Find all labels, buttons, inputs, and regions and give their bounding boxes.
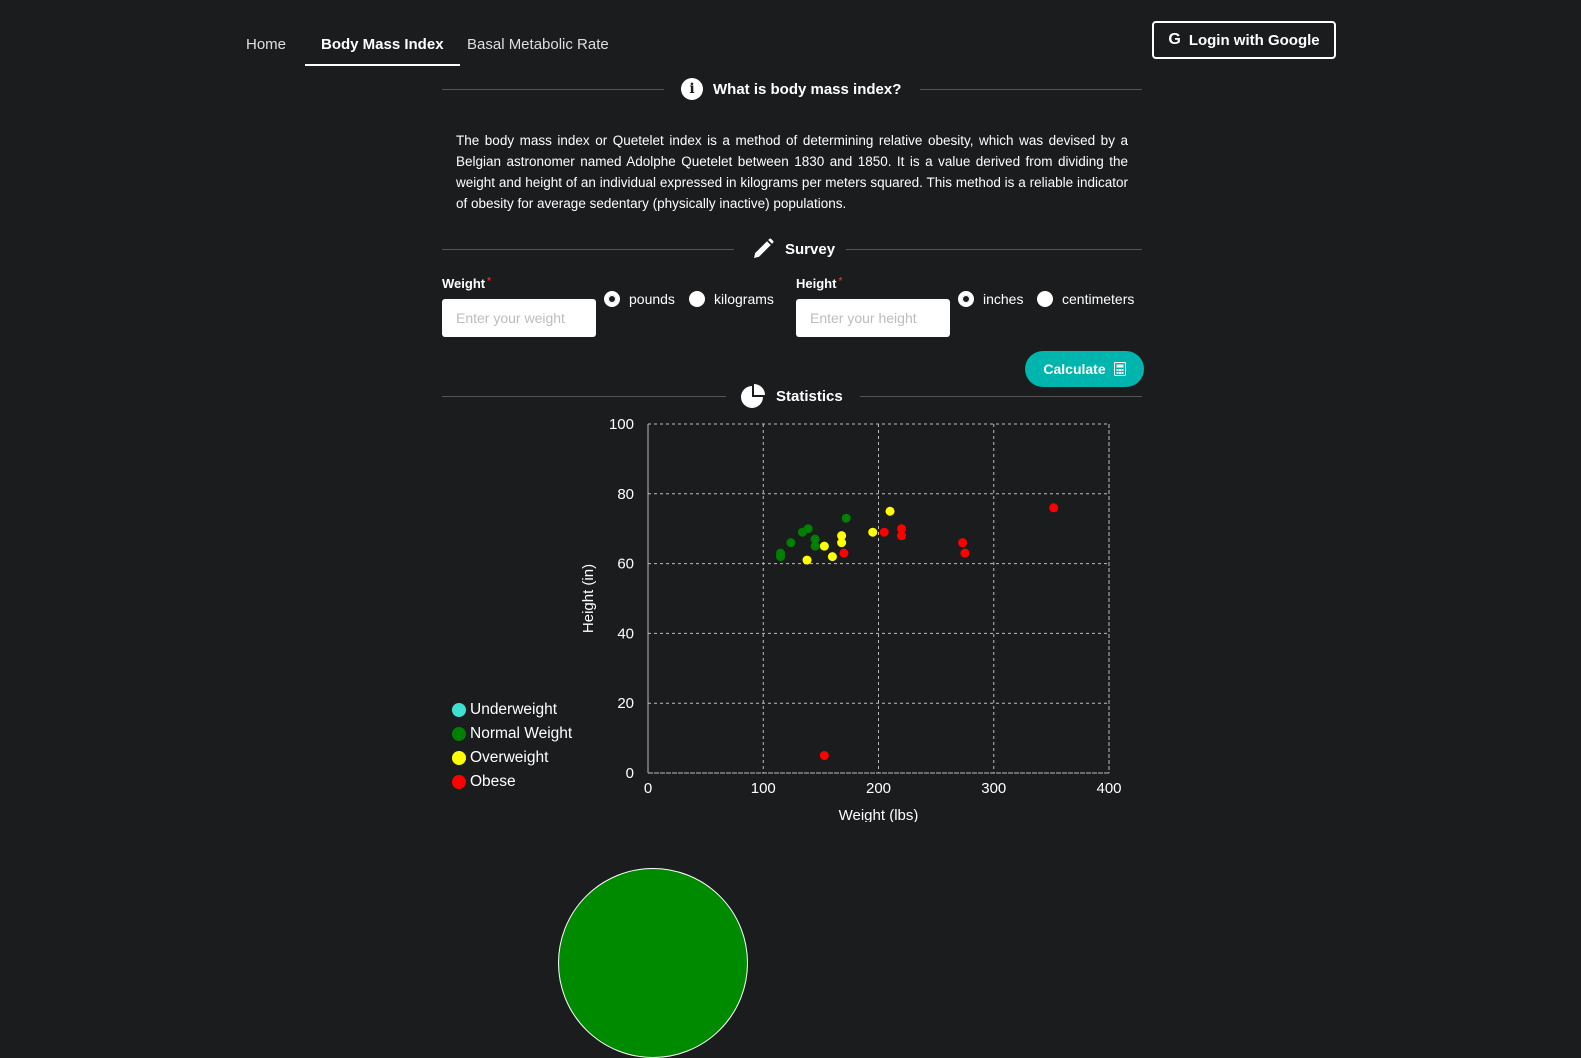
y-tick-label: 40 [617, 625, 634, 642]
statistics-divider: Statistics [442, 384, 1142, 408]
legend-label: Normal Weight [470, 725, 573, 742]
weight-label-text: Weight [442, 276, 486, 291]
top-nav: Home Body Mass Index Basal Metabolic Rat… [0, 0, 1581, 70]
radio-centimeters-label: centimeters [1062, 291, 1135, 307]
radio-inches[interactable]: inches [958, 291, 1023, 307]
legend-label: Underweight [470, 701, 558, 718]
pie-chart-partial [558, 868, 748, 1058]
statistics-heading-text: Statistics [776, 387, 843, 405]
x-tick-label: 100 [751, 780, 776, 797]
required-mark: * [838, 276, 843, 287]
data-point [885, 506, 895, 516]
data-point [803, 524, 813, 534]
data-point [958, 538, 968, 548]
data-point [827, 552, 837, 562]
calculator-icon [1113, 362, 1126, 376]
data-point [837, 538, 847, 548]
radio-pounds[interactable]: pounds [604, 291, 675, 307]
data-point [819, 751, 829, 761]
calculate-label: Calculate [1043, 361, 1106, 377]
data-point [786, 538, 796, 548]
radio-centimeters-circle[interactable] [1037, 291, 1053, 307]
legend-dot [452, 727, 466, 741]
data-point [810, 541, 820, 551]
nav-home[interactable]: Home [230, 22, 302, 66]
weight-input[interactable] [442, 299, 596, 337]
data-point [802, 555, 812, 565]
login-label: Login with Google [1188, 31, 1320, 49]
radio-centimeters[interactable]: centimeters [1037, 291, 1134, 307]
scatter-chart: 0 100 200 300 400 0 20 40 60 80 100 Weight (lbs) Hei… [580, 416, 1122, 822]
x-tick-label: 200 [866, 780, 891, 797]
radio-pounds-circle[interactable] [604, 291, 620, 307]
data-point [897, 531, 907, 541]
data-point [841, 513, 851, 523]
login-with-google-button[interactable]: G Login with Google [1152, 21, 1336, 59]
data-point [879, 527, 889, 537]
nav-body-mass-index[interactable]: Body Mass Index [305, 22, 460, 66]
data-point [776, 548, 786, 558]
data-point [868, 527, 878, 537]
legend-item: Underweight [452, 698, 572, 722]
info-circle-icon: i [681, 78, 703, 100]
y-tick-label: 60 [617, 556, 634, 573]
legend-dot [452, 751, 466, 765]
y-tick-label: 20 [617, 695, 634, 712]
legend-dot [452, 703, 466, 717]
radio-pounds-label: pounds [629, 291, 675, 307]
calculate-button[interactable]: Calculate [1025, 351, 1144, 387]
chart-legend: Underweight Normal Weight Overweight Obese [452, 698, 572, 794]
data-point [819, 541, 829, 551]
legend-item: Overweight [452, 746, 572, 770]
data-point [839, 548, 849, 558]
statistics-heading: Statistics [740, 384, 843, 408]
survey-heading: Survey [751, 237, 835, 261]
legend-label: Overweight [470, 749, 549, 766]
about-divider: i What is body mass index? [442, 77, 1142, 101]
y-tick-label: 100 [609, 416, 634, 433]
x-tick-label: 300 [981, 780, 1006, 797]
legend-item: Obese [452, 770, 572, 794]
data-point [960, 548, 970, 558]
height-input[interactable] [796, 299, 950, 337]
height-label: Height * [796, 276, 842, 291]
survey-heading-text: Survey [785, 240, 836, 258]
x-tick-label: 0 [644, 780, 652, 797]
legend-item: Normal Weight [452, 722, 572, 746]
data-point [1049, 503, 1059, 513]
survey-divider: Survey [442, 237, 1142, 261]
nav-basal-metabolic-rate[interactable]: Basal Metabolic Rate [451, 22, 625, 66]
height-label-text: Height [796, 276, 837, 291]
about-heading-text: What is body mass index? [713, 80, 902, 98]
about-description: The body mass index or Quetelet index is… [456, 133, 1128, 211]
x-tick-label: 400 [1096, 780, 1121, 797]
legend-label: Obese [470, 773, 516, 790]
pie-chart-icon [741, 384, 765, 408]
weight-label: Weight * [442, 276, 491, 291]
radio-inches-circle[interactable] [958, 291, 974, 307]
radio-inches-label: inches [983, 291, 1024, 307]
legend-dot [452, 775, 466, 789]
radio-kilograms-circle[interactable] [689, 291, 705, 307]
y-tick-label: 80 [617, 486, 634, 503]
radio-kilograms-label: kilograms [714, 291, 774, 307]
y-axis-label: Height (in) [580, 564, 597, 633]
required-mark: * [487, 276, 491, 287]
google-g-icon: G [1168, 31, 1181, 48]
about-heading: i What is body mass index? [681, 77, 901, 101]
x-axis-label: Weight (lbs) [839, 807, 919, 822]
radio-kilograms[interactable]: kilograms [689, 291, 774, 307]
y-tick-label: 0 [626, 765, 634, 782]
pencil-icon [754, 238, 774, 258]
